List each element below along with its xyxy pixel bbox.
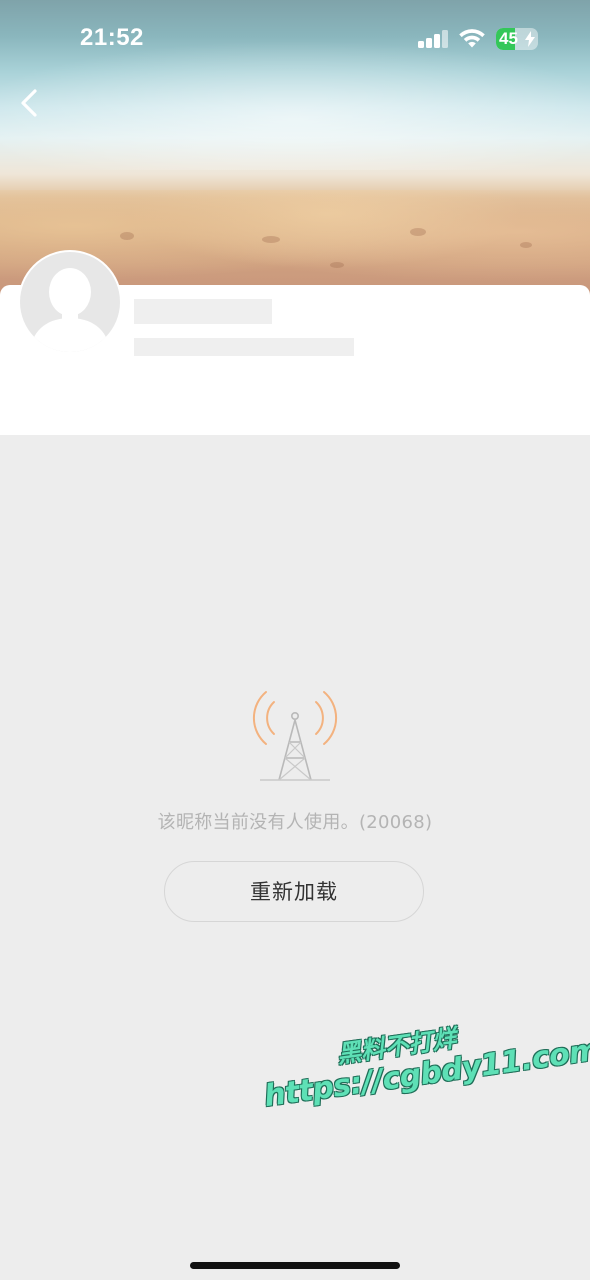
banner-sand-detail: [520, 242, 532, 248]
banner-sand-detail: [330, 262, 344, 268]
charging-bolt-icon: [525, 31, 535, 47]
back-button[interactable]: [6, 80, 46, 124]
wifi-icon: [459, 29, 485, 48]
signal-tower-icon: [252, 691, 338, 781]
reload-button[interactable]: 重新加载: [164, 861, 424, 922]
error-message: 该昵称当前没有人使用。(20068): [157, 812, 433, 833]
subtitle-placeholder: [134, 338, 354, 356]
status-time: 21:52: [80, 24, 144, 51]
avatar: [18, 250, 122, 354]
banner-sand-detail: [410, 228, 426, 236]
default-avatar-icon: [20, 252, 120, 352]
battery-indicator: 45: [496, 28, 538, 50]
banner-sand-detail: [120, 232, 134, 240]
error-state-area: [0, 435, 590, 1280]
battery-percent: 45: [499, 29, 518, 48]
status-bar: 21:52 45: [0, 0, 590, 80]
home-indicator[interactable]: [190, 1262, 400, 1269]
chevron-left-icon: [21, 89, 37, 117]
banner-sand-detail: [262, 236, 280, 243]
nickname-placeholder: [134, 299, 272, 324]
cellular-signal-icon: [418, 30, 450, 48]
